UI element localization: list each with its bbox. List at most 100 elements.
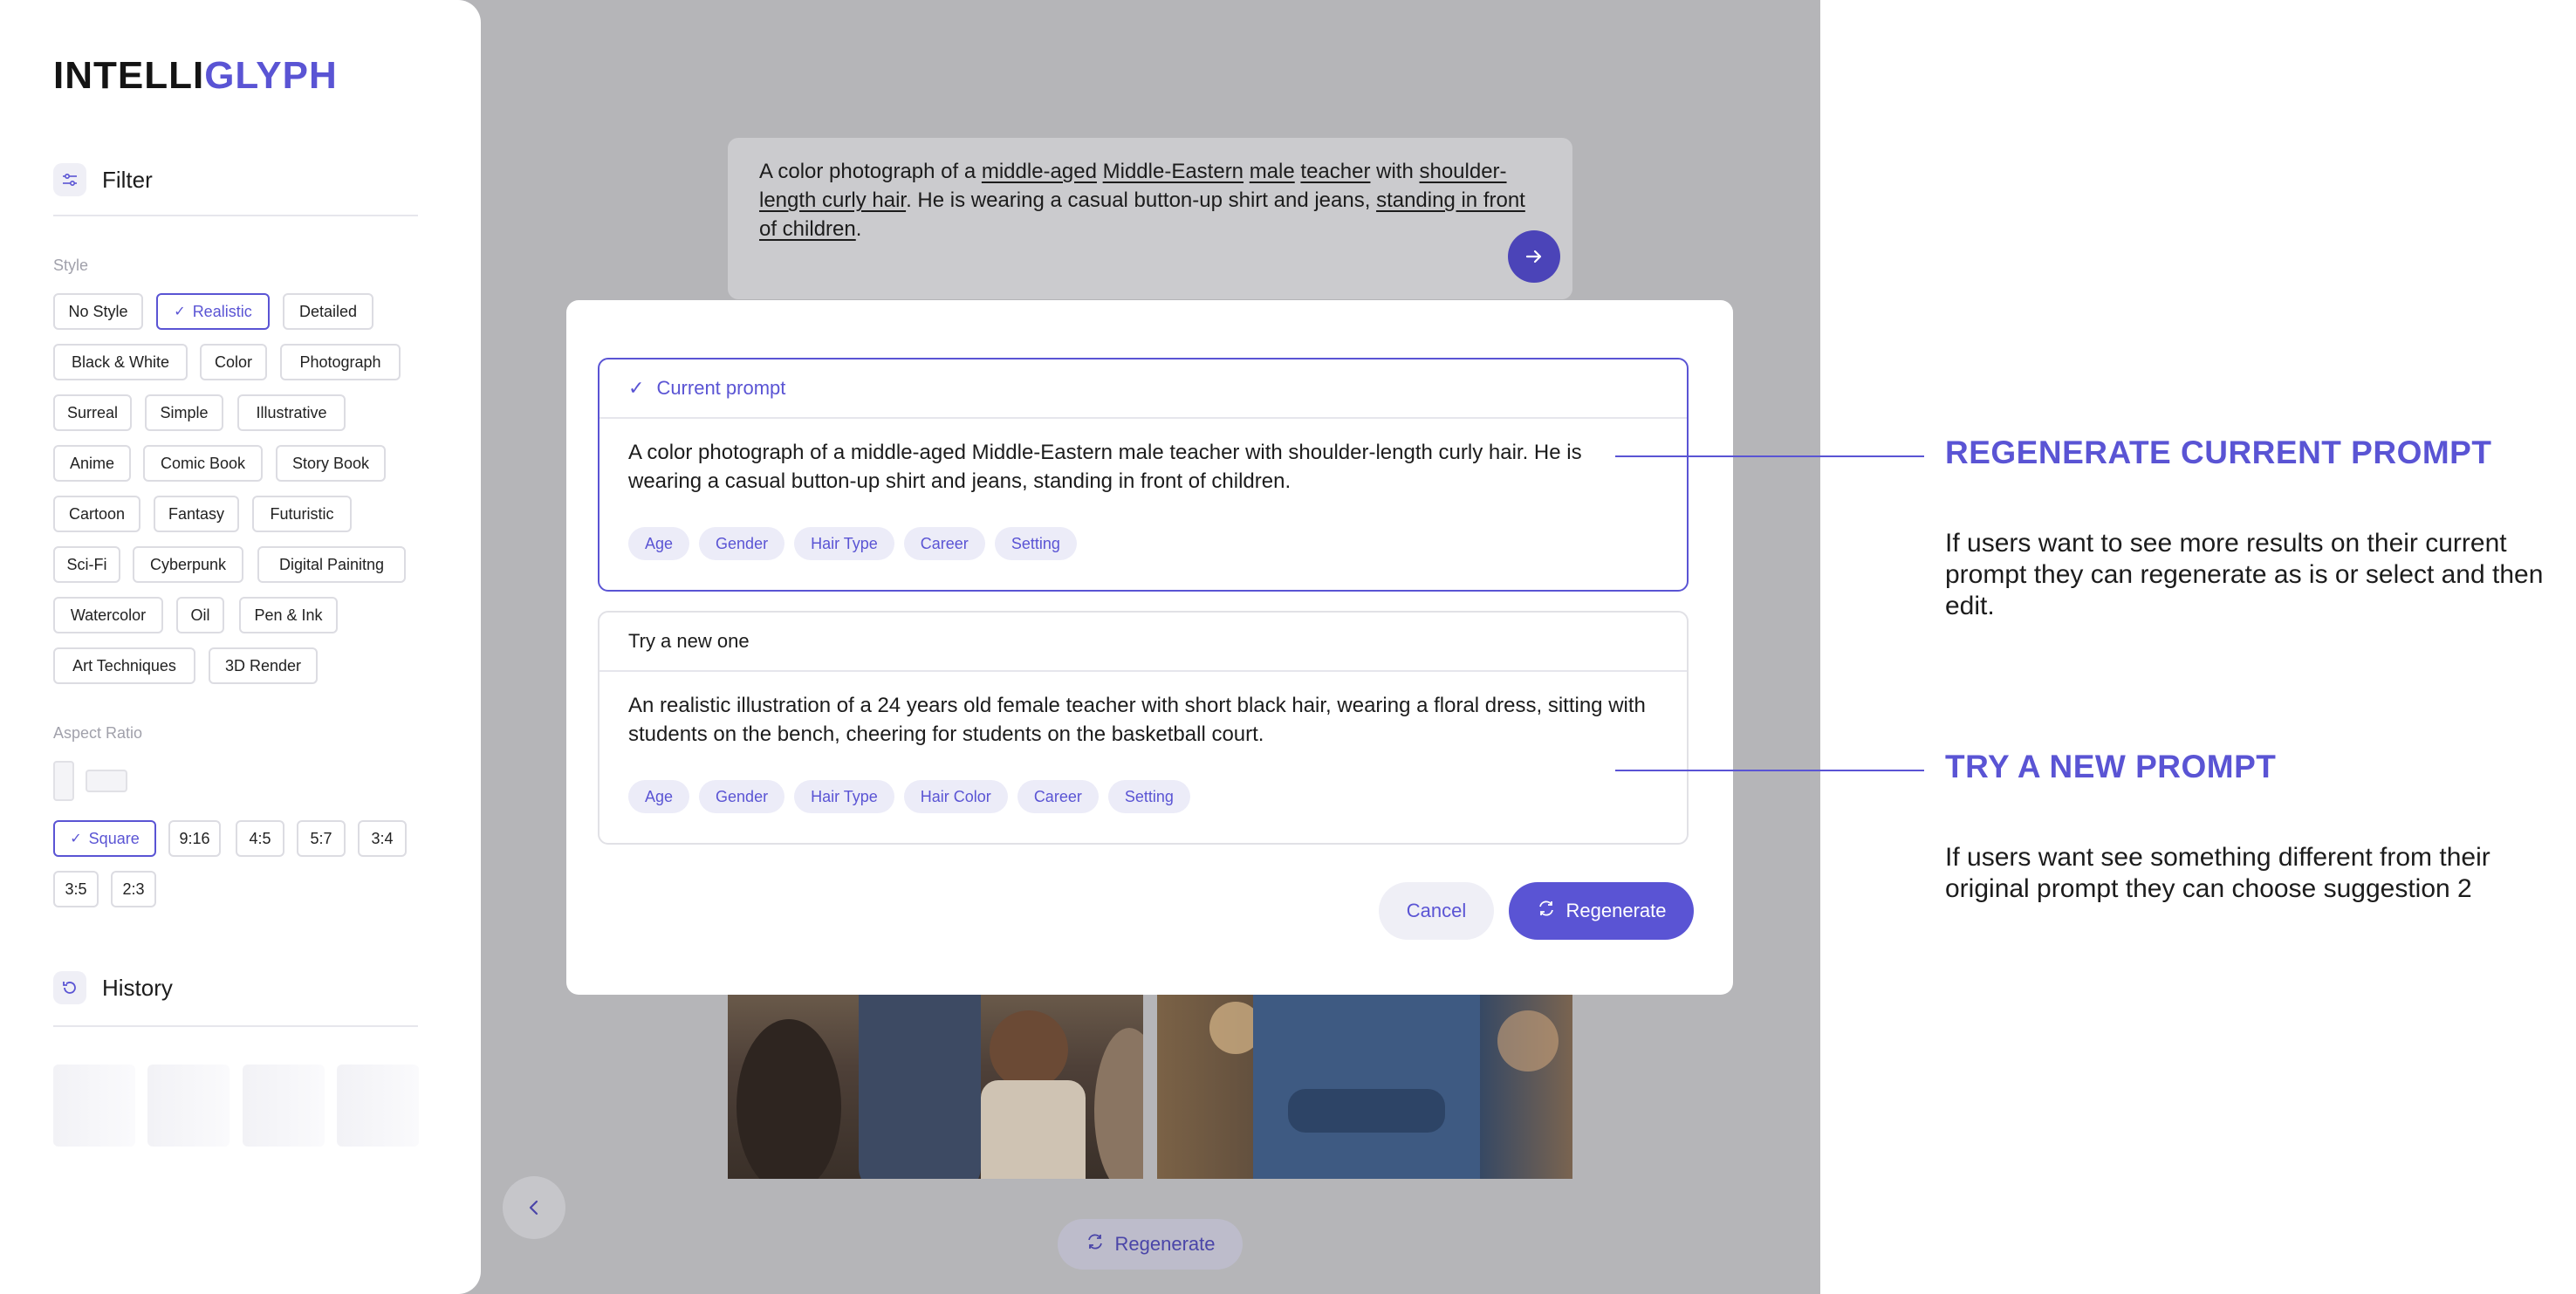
tag-hair-color[interactable]: Hair Color [903,780,1008,813]
image-figure [859,993,981,1179]
style-chip-futuristic[interactable]: Futuristic [252,496,352,532]
style-chip-photograph[interactable]: Photograph [280,344,401,380]
style-chip-oil[interactable]: Oil [176,597,224,633]
prompt-box[interactable]: A color photograph of a middle-aged Midd… [728,138,1572,299]
ratio-chip-3-4[interactable]: 3:4 [358,820,407,857]
new-prompt-header: Try a new one [599,613,1687,672]
prompt-keyword[interactable]: middle-aged [982,160,1097,183]
refresh-icon [1086,1232,1105,1256]
logo-part1: INTELLI [53,54,205,97]
tag-age[interactable]: Age [628,527,690,560]
style-chip-illustrative[interactable]: Illustrative [237,394,346,431]
sliders-icon [53,163,86,196]
ratio-chip-4-5[interactable]: 4:5 [236,820,284,857]
prompt-keyword[interactable]: male [1250,160,1295,183]
style-chip-watercolor[interactable]: Watercolor [53,597,163,633]
history-header[interactable]: History [53,969,418,1007]
prompt-text[interactable]: A color photograph of a middle-aged Midd… [759,157,1527,243]
new-prompt-card[interactable]: Try a new one An realistic illustration … [598,611,1689,845]
tag-gender[interactable]: Gender [699,780,785,813]
style-chip-realistic[interactable]: ✓ Realistic [156,293,270,330]
tag-setting[interactable]: Setting [994,527,1077,560]
chevron-left-icon [529,1200,538,1215]
prompt-segment: A color photograph of a [759,160,982,183]
history-thumbnail[interactable] [243,1065,325,1147]
style-chip-simple[interactable]: Simple [145,394,223,431]
check-icon: ✓ [628,377,645,399]
generated-image[interactable] [728,993,1143,1179]
prompt-segment: . [855,217,862,241]
current-prompt-text[interactable]: A color photograph of a middle-aged Midd… [599,419,1687,496]
cancel-button[interactable]: Cancel [1379,882,1494,940]
ratio-chip-3-5[interactable]: 3:5 [53,871,99,907]
filter-label: Filter [102,166,153,193]
tag-career[interactable]: Career [1017,780,1099,813]
style-chip-no-style[interactable]: No Style [53,293,143,330]
style-chip-fantasy[interactable]: Fantasy [154,496,239,532]
style-chip-black-white[interactable]: Black & White [53,344,188,380]
history-thumbnail[interactable] [53,1065,135,1147]
annotation-title-current: REGENERATE CURRENT PROMPT [1945,435,2492,470]
style-chip-cartoon[interactable]: Cartoon [53,496,140,532]
history-thumbnail[interactable] [337,1065,419,1147]
tag-gender[interactable]: Gender [699,527,785,560]
prompt-keyword[interactable]: Middle-Eastern [1103,160,1243,183]
style-chip-pen-ink[interactable]: Pen & Ink [239,597,338,633]
aspect-ratio-label: Aspect Ratio [53,724,143,742]
regenerate-button[interactable]: Regenerate [1509,882,1694,940]
tag-hair-type[interactable]: Hair Type [794,527,894,560]
tag-hair-type[interactable]: Hair Type [794,780,894,813]
image-figure [981,1080,1086,1179]
back-button[interactable] [503,1176,565,1239]
style-chip-detailed[interactable]: Detailed [283,293,373,330]
connector-line-current [1615,455,1924,457]
new-prompt-title: Try a new one [628,630,750,652]
current-prompt-header: ✓ Current prompt [599,359,1687,419]
style-chip-digital-painting[interactable]: Digital Painitng [257,546,406,583]
prompt-segment [1097,160,1103,183]
tag-career[interactable]: Career [903,527,985,560]
style-chip-anime[interactable]: Anime [53,445,131,482]
style-chip-cyberpunk[interactable]: Cyberpunk [133,546,243,583]
prompt-keyword[interactable]: teacher [1300,160,1370,183]
logo-part2: GLYPH [204,54,338,97]
regenerate-label: Regenerate [1114,1233,1216,1255]
style-label: Style [53,257,89,274]
prompt-segment: . He is wearing a casual button-up shirt… [906,188,1377,212]
history-divider [53,1025,418,1027]
sidebar: INTELLIGLYPH Filter Style No Style ✓ Real… [0,0,481,1294]
style-chip-comic-book[interactable]: Comic Book [143,445,263,482]
style-chip-sci-fi[interactable]: Sci-Fi [53,546,120,583]
ratio-chip-5-7[interactable]: 5:7 [297,820,346,857]
image-figure [990,1010,1068,1089]
style-chip-art-techniques[interactable]: Art Techniques [53,647,195,684]
ratio-chip-label: Square [88,829,140,847]
check-icon: ✓ [70,832,82,846]
history-icon [53,971,86,1004]
tag-age[interactable]: Age [628,780,690,813]
regenerate-button-background[interactable]: Regenerate [1058,1219,1243,1270]
tag-setting[interactable]: Setting [1107,780,1190,813]
history-thumbnail[interactable] [147,1065,230,1147]
style-chip-surreal[interactable]: Surreal [53,394,132,431]
generated-image[interactable] [1157,993,1572,1179]
ratio-landscape-preview [86,770,127,792]
refresh-icon [1537,899,1556,923]
ratio-chip-9-16[interactable]: 9:16 [168,820,221,857]
filter-divider [53,215,418,216]
current-prompt-title: Current prompt [656,377,786,399]
filter-header[interactable]: Filter [53,161,418,199]
send-button[interactable] [1508,230,1560,283]
style-chip-story-book[interactable]: Story Book [276,445,386,482]
current-prompt-card[interactable]: ✓ Current prompt A color photograph of a… [598,358,1689,592]
regenerate-button-label: Regenerate [1565,900,1667,921]
style-chip-color[interactable]: Color [200,344,267,380]
ratio-chip-2-3[interactable]: 2:3 [111,871,156,907]
style-chip-3d-render[interactable]: 3D Render [209,647,318,684]
arrow-right-icon [1525,250,1542,264]
connector-line-new [1615,770,1924,771]
new-prompt-text[interactable]: An realistic illustration of a 24 years … [599,672,1687,749]
regenerate-modal: ✓ Current prompt A color photograph of a… [566,300,1733,995]
ratio-chip-square[interactable]: ✓ Square [53,820,156,857]
history-label: History [102,974,173,1001]
